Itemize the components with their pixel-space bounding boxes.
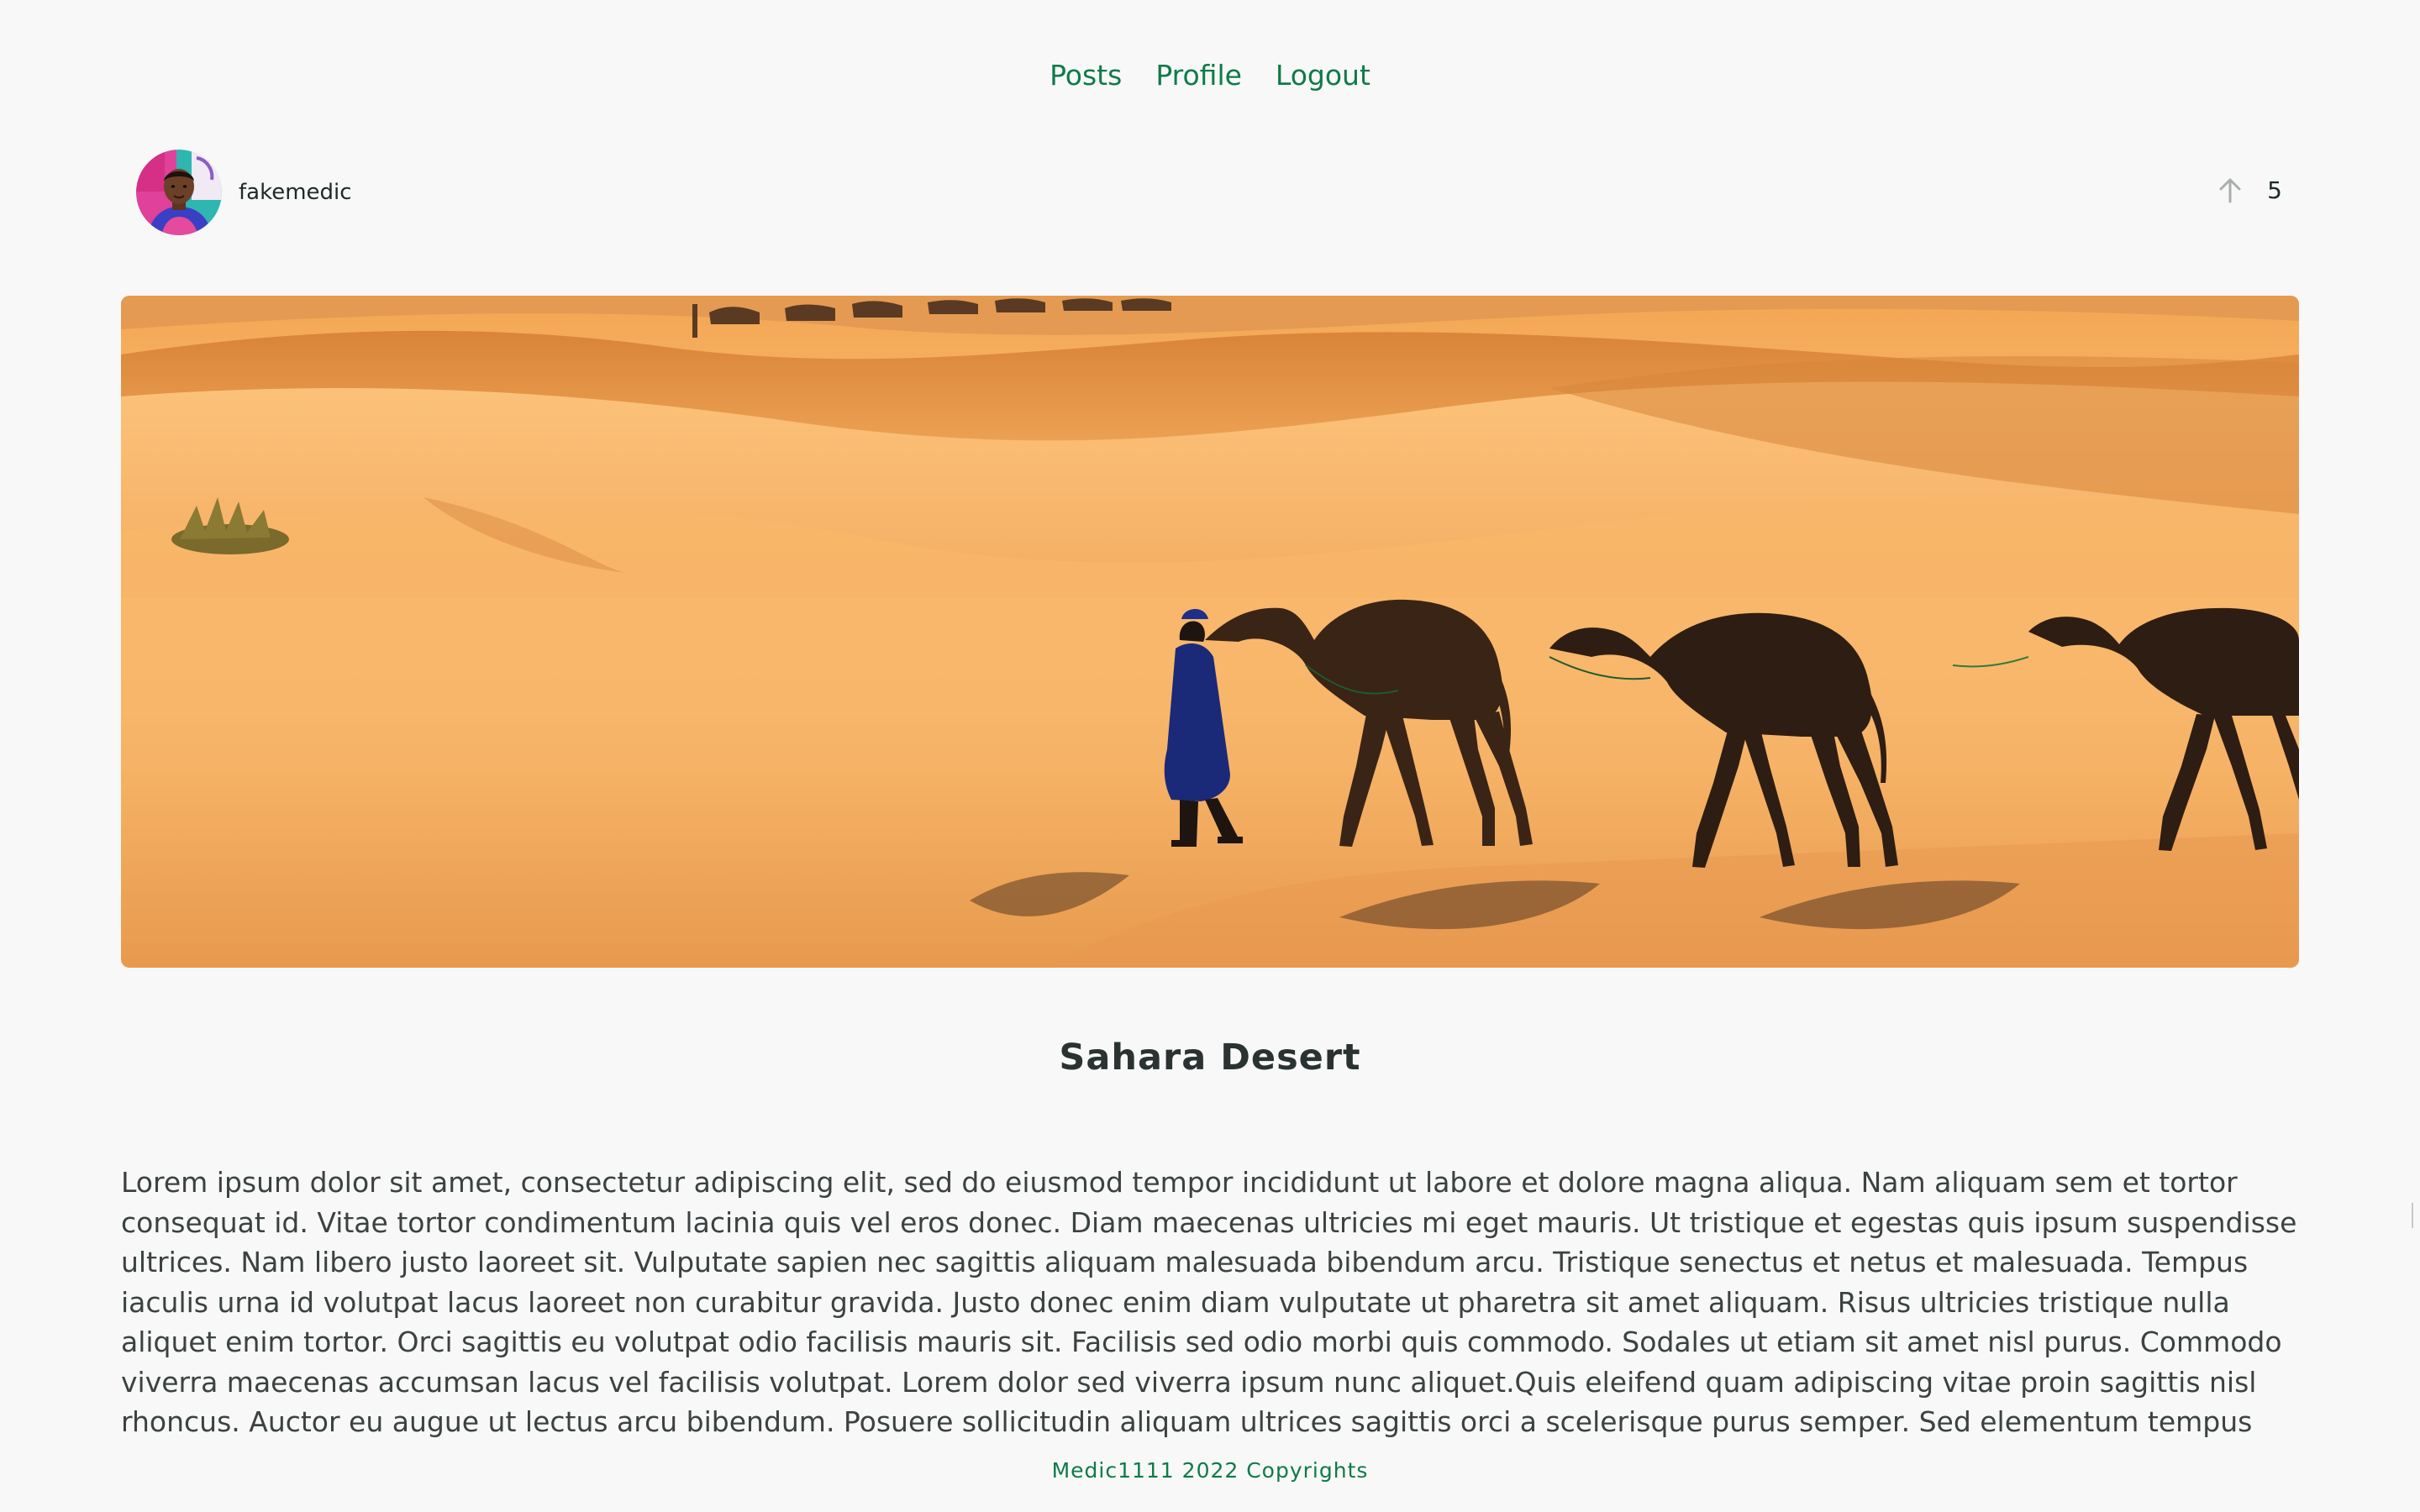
nav-profile-link[interactable]: Profile bbox=[1155, 52, 1242, 99]
footer-copyright: Medic1111 2022 Copyrights bbox=[1051, 1458, 1369, 1483]
desert-camel-caravan-image bbox=[121, 296, 2299, 968]
post-page: Posts Profile Logout fakemedic 5 Sahara … bbox=[0, 0, 2420, 1512]
nav-logout-link[interactable]: Logout bbox=[1276, 52, 1370, 99]
post-author: fakemedic bbox=[136, 150, 352, 235]
vote-box: 5 bbox=[2213, 173, 2282, 207]
author-name[interactable]: fakemedic bbox=[239, 180, 352, 205]
top-nav: Posts Profile Logout bbox=[0, 52, 2420, 99]
post-title: Sahara Desert bbox=[1059, 1037, 1361, 1079]
avatar[interactable] bbox=[136, 150, 222, 235]
post-body: Lorem ipsum dolor sit amet, consectetur … bbox=[121, 1166, 2297, 1438]
upvote-arrow-icon[interactable] bbox=[2213, 173, 2247, 207]
scroll-indicator bbox=[2412, 1203, 2420, 1228]
post-image bbox=[121, 296, 2299, 968]
vote-count: 5 bbox=[2267, 176, 2282, 204]
nav-posts-link[interactable]: Posts bbox=[1050, 52, 1122, 99]
